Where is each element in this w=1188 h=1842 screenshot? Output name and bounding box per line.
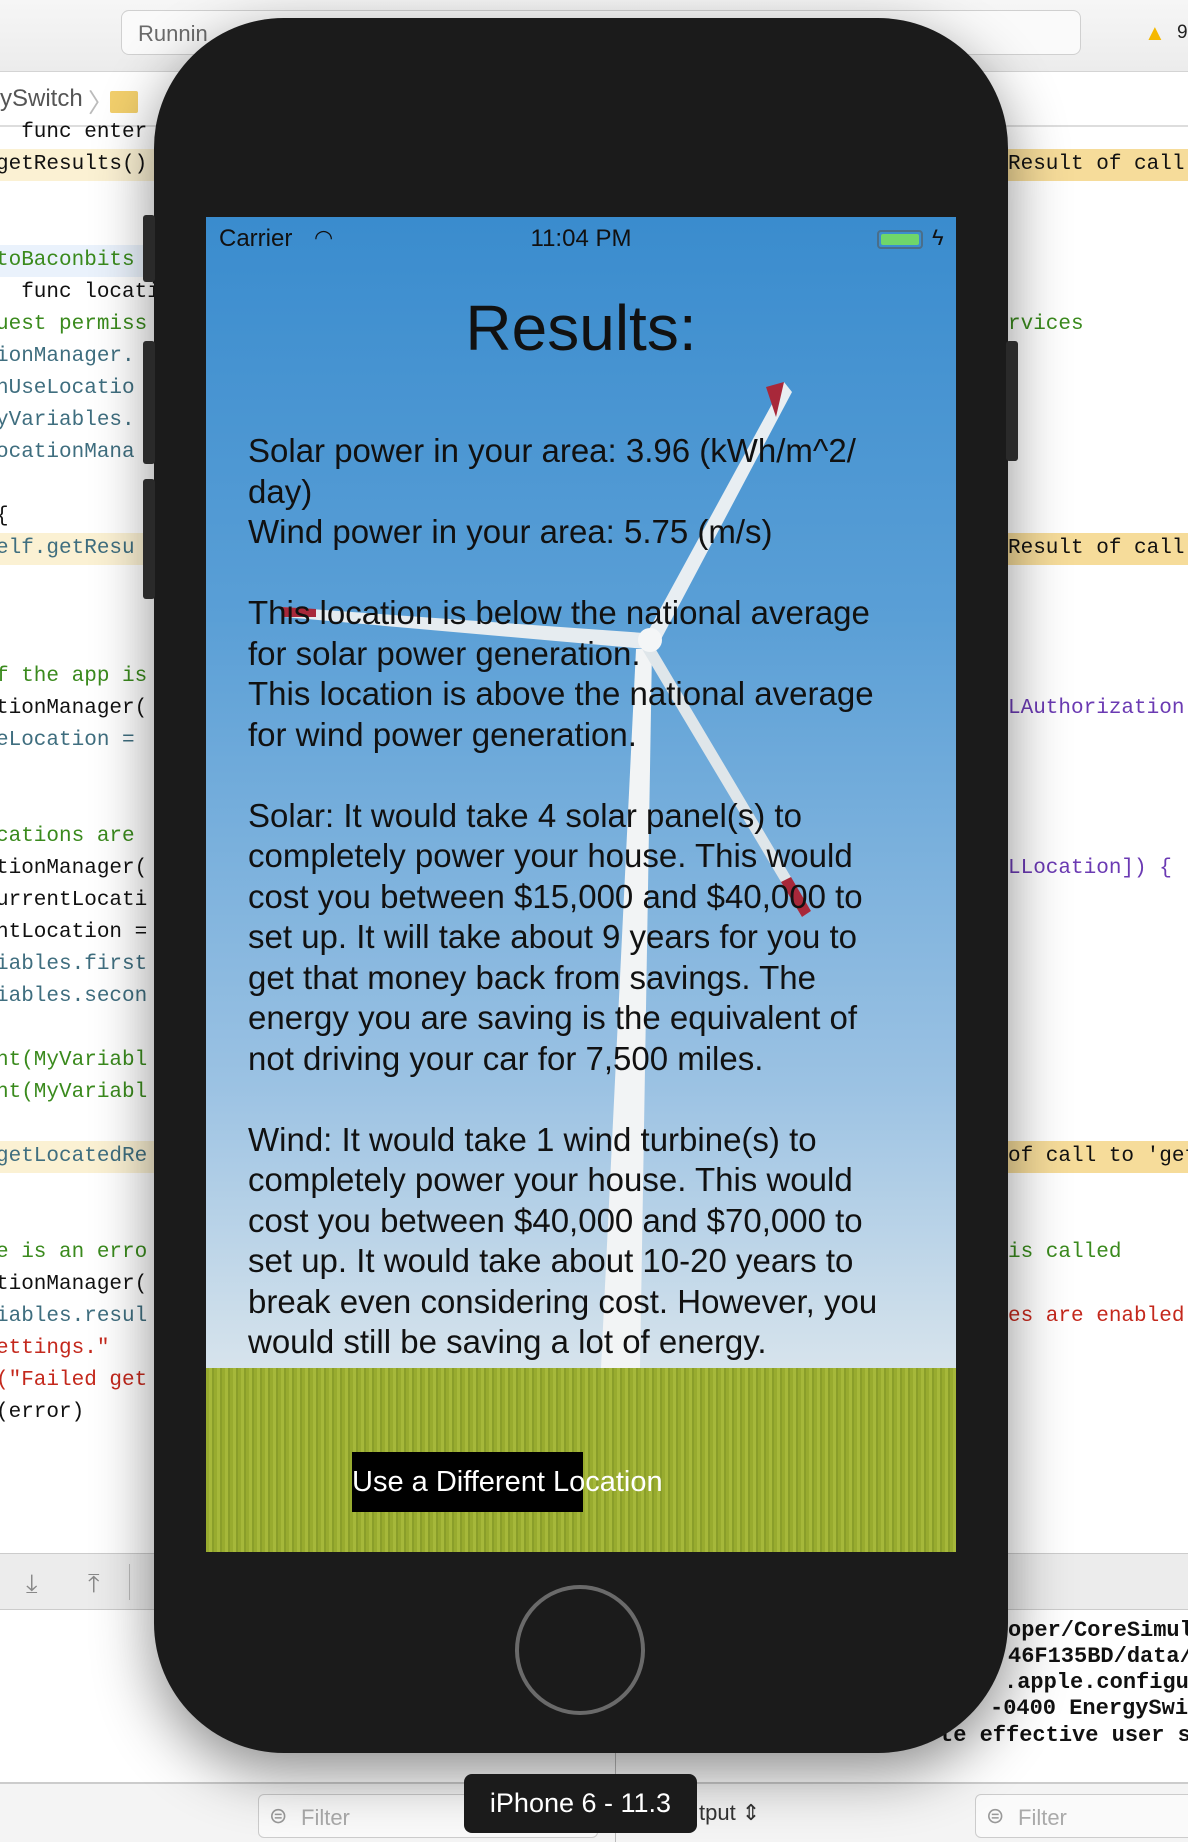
- folder-icon[interactable]: [110, 91, 138, 113]
- body-line: [248, 553, 877, 594]
- body-line: This location is above the national aver…: [248, 675, 874, 712]
- code-line: func enter: [0, 121, 148, 144]
- code-line: urrentLocati: [0, 889, 148, 912]
- breadcrumb-project[interactable]: ySwitch: [0, 85, 83, 113]
- body-line: cost you between $15,000 and $40,000 to: [248, 877, 863, 915]
- body-line: cost you between $40,000 and $70,000 to: [248, 1201, 863, 1239]
- code-line: elf.getResu: [0, 533, 135, 565]
- code-line: uest permiss: [0, 313, 148, 336]
- mute-switch[interactable]: [143, 215, 155, 282]
- body-line: This location is below the national aver…: [248, 594, 870, 631]
- code-annotation: LLocation]) {: [1008, 857, 1172, 880]
- body-line: completely power your house. This would: [248, 837, 853, 874]
- step-out-icon[interactable]: ⤒: [88, 1568, 100, 1600]
- volume-down-button[interactable]: [143, 479, 155, 599]
- body-line: day): [248, 472, 313, 510]
- body-line: Solar: It would take 4 solar panel(s) to: [248, 796, 802, 834]
- console-line: 46F135BD/data/: [1008, 1644, 1188, 1669]
- power-button[interactable]: [1006, 341, 1018, 461]
- body-line: Wind power in your area: 5.75 (m/s): [248, 513, 773, 550]
- body-line: [248, 1079, 877, 1120]
- volume-up-button[interactable]: [143, 341, 155, 464]
- code-line: tionManager(: [0, 1273, 148, 1296]
- charging-bolt-icon: ϟ: [932, 225, 944, 250]
- filter-placeholder: Filter: [1018, 1805, 1067, 1830]
- code-line: cations are: [0, 825, 135, 848]
- code-annotation: Result of call to ': [1008, 149, 1188, 181]
- code-line: func locati: [0, 281, 160, 304]
- console-line: -0400 EnergySwi: [990, 1696, 1188, 1721]
- code-line: tionManager(: [0, 857, 148, 880]
- divider: [129, 1564, 130, 1600]
- code-line: iables.secon: [0, 985, 148, 1008]
- body-line: set up. It will take about 9 years for y…: [248, 918, 857, 955]
- body-line: break even considering cost. However, yo…: [248, 1282, 878, 1320]
- warning-count[interactable]: 9: [1177, 22, 1188, 44]
- filter-icon: ⊜: [269, 1803, 288, 1828]
- step-into-icon[interactable]: ⤓: [26, 1568, 38, 1600]
- simulator-screen[interactable]: Carrier ◠ 11:04 PM ϟ Results: Solar powe…: [206, 217, 956, 1552]
- code-line: f the app is: [0, 665, 148, 688]
- code-line: getLocatedRe: [0, 1141, 148, 1173]
- body-line: not driving your car for 7,500 miles.: [248, 1039, 764, 1077]
- console-line: oper/CoreSimul: [1008, 1618, 1188, 1643]
- code-line: ("Failed get: [0, 1369, 148, 1392]
- battery-icon: [877, 230, 923, 249]
- code-line: ionManager.: [0, 345, 135, 368]
- filter-icon: ⊜: [986, 1803, 1005, 1828]
- code-line: nt(MyVariabl: [0, 1081, 148, 1104]
- body-line: Solar power in your area: 3.96 (kWh/m^2/: [248, 432, 856, 469]
- code-line: ocationMana: [0, 441, 135, 464]
- body-line: energy you are saving is the equivalent …: [248, 999, 858, 1036]
- console-filter-input[interactable]: ⊜ Filter: [975, 1794, 1188, 1838]
- results-body: Solar power in your area: 3.96 (kWh/m^2/…: [248, 431, 877, 1363]
- body-line: for wind power generation.: [248, 715, 637, 753]
- body-line: Wind: It would take 1 wind turbine(s) to: [248, 1120, 817, 1158]
- code-line: nt(MyVariabl: [0, 1049, 148, 1072]
- body-line: for solar power generation.: [248, 634, 641, 672]
- code-line: eLocation =: [0, 729, 135, 752]
- body-line: would still be saving a lot of energy.: [248, 1323, 767, 1360]
- device-label: iPhone 6 - 11.3: [464, 1774, 697, 1833]
- filter-placeholder: Filter: [301, 1805, 350, 1830]
- warning-icon[interactable]: ▲: [1144, 20, 1166, 46]
- code-line: iables.first: [0, 953, 148, 976]
- code-annotation: rvices: [1008, 313, 1084, 336]
- code-line: iables.resul: [0, 1305, 148, 1328]
- code-annotation: es are enabled: [1008, 1305, 1185, 1328]
- code-line: nUseLocatio: [0, 377, 135, 400]
- code-annotation: of call to 'getLoca: [1008, 1141, 1188, 1173]
- home-button[interactable]: [515, 1585, 645, 1715]
- code-line: yVariables.: [0, 409, 135, 432]
- code-line: getResults(): [0, 149, 148, 181]
- code-line: toBaconbits: [0, 245, 135, 277]
- console-line: te effective user s: [940, 1723, 1188, 1748]
- code-line: tionManager(: [0, 697, 148, 720]
- status-time: 11:04 PM: [530, 225, 632, 252]
- body-line: get that money back from savings. The: [248, 958, 817, 996]
- console-line: .apple.configu: [1004, 1670, 1188, 1695]
- code-line: ntLocation =: [0, 921, 148, 944]
- code-annotation: Result of call to ': [1008, 533, 1188, 565]
- code-annotation: is called: [1008, 1241, 1122, 1264]
- body-line: set up. It would take about 10-20 years …: [248, 1242, 854, 1279]
- code-line: e is an erro: [0, 1241, 148, 1264]
- body-line: completely power your house. This would: [248, 1161, 853, 1198]
- output-selector[interactable]: tput ⇕: [699, 1800, 760, 1826]
- code-line: ettings.": [0, 1337, 110, 1360]
- code-line: {: [0, 501, 9, 533]
- body-line: [248, 755, 877, 796]
- run-status-text: Runnin: [138, 21, 208, 46]
- results-title: Results:: [465, 292, 697, 364]
- code-annotation: LAuthorization: [1008, 697, 1185, 720]
- use-different-location-button[interactable]: Use a Different Location: [352, 1452, 663, 1512]
- code-line: (error): [0, 1401, 85, 1424]
